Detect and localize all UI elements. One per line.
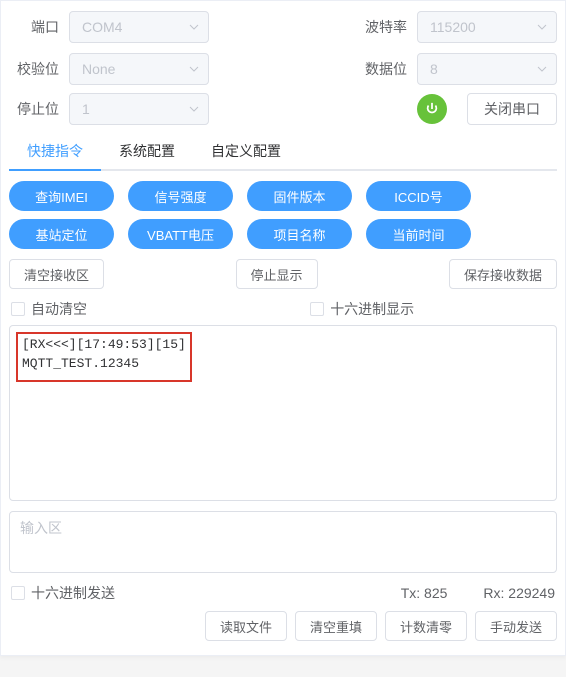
port-select[interactable]: COM4 [69,11,209,43]
input-placeholder: 输入区 [20,520,62,536]
chevron-down-icon [188,103,200,115]
cmd-imei[interactable]: 查询IMEI [9,181,114,211]
rx-options: 自动清空 十六进制显示 [9,299,557,319]
parity-value: None [82,61,115,77]
databits-label: 数据位 [357,59,417,79]
hex-send-label: 十六进制发送 [31,583,115,603]
cmd-fw[interactable]: 固件版本 [247,181,352,211]
parity-select[interactable]: None [69,53,209,85]
chevron-down-icon [188,63,200,75]
port-value: COM4 [82,19,122,35]
output-line: [RX<<<][17:49:53][15] [22,336,186,355]
stopbits-value: 1 [82,101,90,117]
clear-rx-button[interactable]: 清空接收区 [9,259,104,289]
tab-custom[interactable]: 自定义配置 [193,133,299,171]
output-line: MQTT_TEST.12345 [22,355,186,374]
annotation-box: [RX<<<][17:49:53][15] MQTT_TEST.12345 [16,332,192,382]
tabs: 快捷指令 系统配置 自定义配置 [9,133,557,171]
clear-fill-button[interactable]: 清空重填 [295,611,377,641]
tx-input[interactable]: 输入区 [9,511,557,573]
baud-select[interactable]: 115200 [417,11,557,43]
baud-label: 波特率 [357,17,417,37]
tab-system[interactable]: 系统配置 [101,133,193,171]
serial-panel: 端口 COM4 波特率 115200 校验位 None 数据位 8 停止位 1 [0,0,566,656]
chevron-down-icon [536,63,548,75]
checkbox-icon [11,586,25,600]
cmd-vbatt[interactable]: VBATT电压 [128,219,233,249]
auto-clear-check[interactable]: 自动清空 [11,299,310,319]
config-grid: 端口 COM4 波特率 115200 校验位 None 数据位 8 [9,11,557,85]
chevron-down-icon [536,21,548,33]
rx-actions: 清空接收区 停止显示 保存接收数据 [9,259,557,289]
databits-select[interactable]: 8 [417,53,557,85]
power-button[interactable] [417,94,447,124]
cmd-time[interactable]: 当前时间 [366,219,471,249]
power-icon [425,102,439,116]
auto-clear-label: 自动清空 [31,299,87,319]
parity-label: 校验位 [9,59,69,79]
manual-send-button[interactable]: 手动发送 [475,611,557,641]
hex-display-check[interactable]: 十六进制显示 [310,299,414,319]
chevron-down-icon [188,21,200,33]
hex-send-check[interactable]: 十六进制发送 [11,583,115,603]
tx-stat: Tx: 825 [401,585,448,601]
stopbits-select[interactable]: 1 [69,93,209,125]
databits-value: 8 [430,61,438,77]
counter-reset-button[interactable]: 计数清零 [385,611,467,641]
stopbits-label: 停止位 [9,99,69,119]
stopbits-row: 停止位 1 关闭串口 [9,93,557,125]
cmd-proj[interactable]: 项目名称 [247,219,352,249]
port-label: 端口 [9,17,69,37]
cmd-iccid[interactable]: ICCID号 [366,181,471,211]
checkbox-icon [11,302,25,316]
tx-options: 十六进制发送 Tx: 825 Rx: 229249 [9,583,557,611]
checkbox-icon [310,302,324,316]
rx-output[interactable]: [RX<<<][17:49:53][15] MQTT_TEST.12345 [9,325,557,501]
stop-display-button[interactable]: 停止显示 [236,259,318,289]
cmd-lbs[interactable]: 基站定位 [9,219,114,249]
io-stats: Tx: 825 Rx: 229249 [401,585,555,601]
save-rx-button[interactable]: 保存接收数据 [449,259,557,289]
read-file-button[interactable]: 读取文件 [205,611,287,641]
hex-display-label: 十六进制显示 [330,299,414,319]
cmd-signal[interactable]: 信号强度 [128,181,233,211]
rx-stat: Rx: 229249 [483,585,555,601]
bottom-buttons: 读取文件 清空重填 计数清零 手动发送 [9,611,557,641]
quick-commands: 查询IMEI 信号强度 固件版本 ICCID号 基站定位 VBATT电压 项目名… [9,181,557,249]
baud-value: 115200 [430,19,476,35]
close-port-button[interactable]: 关闭串口 [467,93,557,125]
tab-quick[interactable]: 快捷指令 [9,133,101,171]
